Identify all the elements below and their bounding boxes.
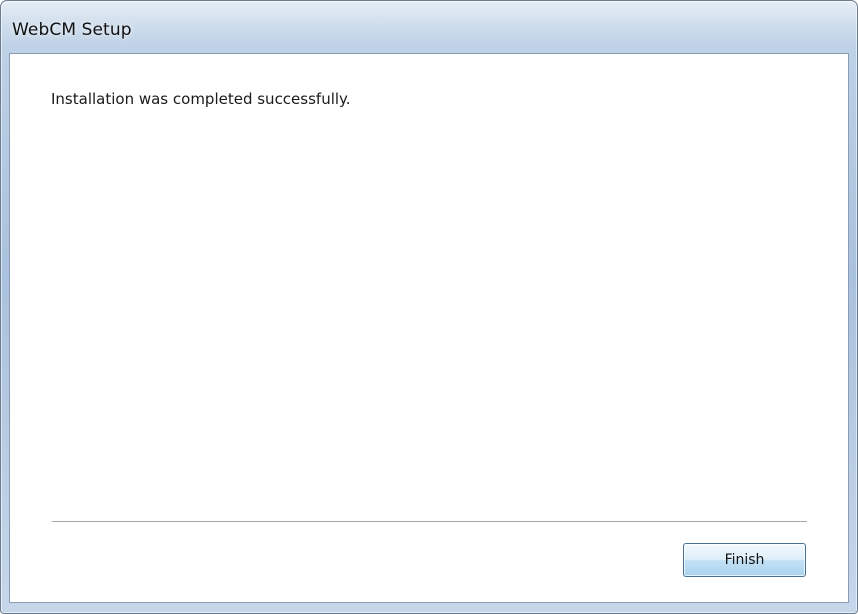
setup-dialog-window: WebCM Setup Installation was completed s… xyxy=(0,0,858,614)
finish-button[interactable]: Finish xyxy=(683,543,806,577)
dialog-content-area: Installation was completed successfully.… xyxy=(9,53,849,603)
separator-line xyxy=(52,521,807,523)
window-title: WebCM Setup xyxy=(12,20,132,40)
title-bar[interactable]: WebCM Setup xyxy=(1,1,857,45)
completion-message: Installation was completed successfully. xyxy=(51,90,351,108)
